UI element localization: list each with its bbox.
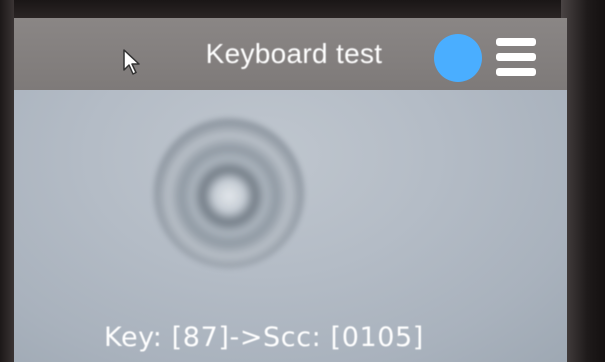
title-bar: Keyboard test bbox=[14, 18, 567, 90]
key-readout: Key: [87]->Scc: [0105] bbox=[104, 322, 424, 353]
hamburger-menu-icon[interactable] bbox=[496, 38, 536, 78]
menu-icon-bar-top bbox=[496, 38, 536, 46]
menu-icon-bar-bottom bbox=[496, 68, 536, 76]
mouse-pointer-icon bbox=[123, 49, 140, 75]
camera-lens-reflection bbox=[154, 118, 304, 268]
device-photo: Keyboard test Key: [87]->Scc: [0105] bbox=[0, 0, 605, 362]
page-title: Keyboard test bbox=[205, 38, 383, 69]
menu-icon-bar-middle bbox=[496, 53, 536, 61]
screen-bezel-right bbox=[561, 0, 605, 362]
screen-bezel-top bbox=[0, 0, 605, 18]
status-indicator bbox=[434, 34, 482, 82]
device-screen: Keyboard test Key: [87]->Scc: [0105] bbox=[14, 18, 567, 362]
screen-bezel-left bbox=[0, 0, 14, 362]
